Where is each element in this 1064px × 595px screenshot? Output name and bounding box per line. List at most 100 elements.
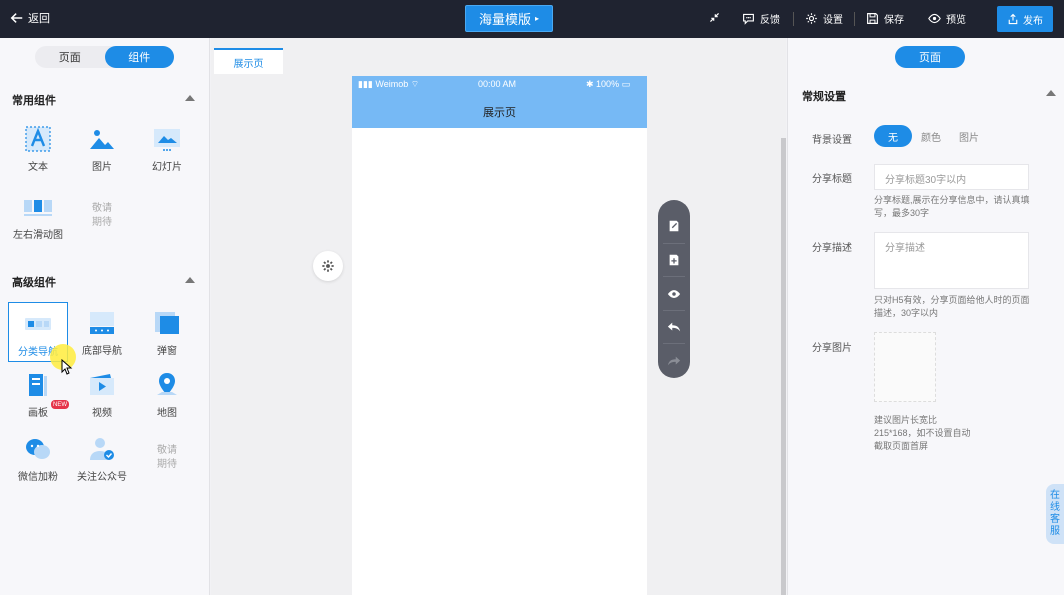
component-wechat-follow[interactable]: 微信加粉	[8, 428, 68, 488]
message-icon	[743, 13, 754, 25]
component-label: 图片	[92, 162, 112, 173]
component-label: 微信加粉	[18, 472, 58, 483]
redo-icon	[667, 356, 681, 366]
feedback-button[interactable]: 反馈	[742, 11, 780, 26]
video-icon	[90, 374, 114, 395]
component-text[interactable]: 文本	[8, 118, 68, 178]
template-button[interactable]: 海量模版 ▸	[465, 5, 553, 32]
back-button[interactable]: 返回	[10, 10, 50, 26]
share-image-label: 分享图片	[812, 343, 852, 354]
online-service-button[interactable]: 在线客服	[1046, 484, 1064, 544]
background-options: 无 颜色 图片	[874, 125, 988, 147]
edit-page-button[interactable]	[663, 210, 685, 244]
share-icon	[1008, 13, 1018, 25]
component-bottom-nav[interactable]: 底部导航	[72, 302, 132, 362]
template-label: 海量模版	[478, 12, 531, 27]
undo-icon	[667, 322, 681, 332]
share-image-help-line: 截取页面首屏	[874, 441, 929, 451]
settings-button[interactable]: 设置	[805, 11, 843, 26]
arrow-left-icon	[10, 13, 23, 23]
publish-label: 发布	[1023, 15, 1043, 27]
component-label: 左右滑动图	[13, 230, 63, 241]
swipe-gallery-icon	[24, 200, 52, 216]
category-nav-icon	[25, 318, 51, 330]
online-service-label: 在线客服	[1050, 490, 1060, 537]
component-slide-swipe[interactable]: 左右滑动图	[8, 186, 68, 246]
component-image[interactable]: 图片	[72, 118, 132, 178]
share-desc-textarea[interactable]: 分享描述	[874, 232, 1029, 289]
add-page-button[interactable]	[663, 244, 685, 278]
component-map[interactable]: 地图	[137, 364, 197, 424]
eye-icon	[928, 13, 941, 24]
battery-level: 100%	[596, 79, 620, 89]
collapse-common-icon[interactable]	[185, 95, 195, 101]
panel-tab-switch: 页面 组件	[35, 46, 174, 68]
bg-option-image[interactable]: 图片	[950, 125, 988, 147]
divider	[854, 12, 855, 26]
bg-option-color[interactable]: 颜色	[912, 125, 950, 147]
publish-button[interactable]: 发布	[997, 6, 1053, 32]
component-video[interactable]: 视频	[72, 364, 132, 424]
back-label: 返回	[28, 13, 50, 25]
page-settings-tab[interactable]: 页面	[895, 46, 965, 68]
collapse-toggle[interactable]	[708, 11, 721, 24]
toggle-visibility-button[interactable]	[663, 277, 685, 311]
canvas-scrollbar[interactable]	[781, 138, 786, 595]
page-tab-show[interactable]: 展示页	[214, 48, 283, 74]
page-settings-button[interactable]	[313, 251, 343, 281]
component-slideshow[interactable]: 幻灯片	[137, 118, 197, 178]
tab-page[interactable]: 页面	[35, 46, 105, 68]
preview-button[interactable]: 预览	[928, 11, 966, 26]
editor-canvas: 展示页 ▮▮▮ Weimob ⌔ 00:00 AM ✱ 100% ▭ 展示页	[211, 38, 786, 595]
collapse-advanced-icon[interactable]	[185, 277, 195, 283]
component-follow-account[interactable]: 关注公众号	[72, 428, 132, 488]
map-pin-icon	[157, 373, 177, 395]
component-label: 文本	[28, 162, 48, 173]
save-button[interactable]: 保存	[866, 11, 904, 26]
clock: 00:00 AM	[478, 79, 517, 89]
undo-button[interactable]	[663, 311, 685, 345]
eye-icon	[667, 289, 681, 298]
component-label: 弹窗	[157, 346, 177, 357]
gear-icon	[806, 13, 817, 24]
tab-components[interactable]: 组件	[104, 46, 174, 68]
component-label: 幻灯片	[152, 162, 182, 173]
coming-soon: 敬请期待	[72, 186, 132, 246]
phone-preview[interactable]: ▮▮▮ Weimob ⌔ 00:00 AM ✱ 100% ▭ 展示页	[352, 76, 647, 595]
bottom-nav-icon	[90, 312, 114, 334]
general-settings-title: 常规设置	[802, 91, 846, 103]
collapse-section-icon[interactable]	[1046, 90, 1056, 96]
drawing-board-icon	[29, 374, 47, 396]
component-label: 视频	[92, 408, 112, 419]
background-label: 背景设置	[812, 135, 852, 146]
canvas-toolbar	[658, 200, 690, 378]
component-label: 地图	[157, 408, 177, 419]
battery-status: ✱ 100% ▭	[586, 79, 631, 89]
phone-header: ▮▮▮ Weimob ⌔ 00:00 AM ✱ 100% ▭ 展示页	[352, 76, 647, 128]
share-title-label: 分享标题	[812, 174, 852, 185]
component-label: 底部导航	[82, 346, 122, 357]
edit-doc-icon	[669, 221, 679, 232]
divider	[793, 12, 794, 26]
carrier-status: ▮▮▮ Weimob ⌔	[358, 79, 420, 89]
component-label: 画板	[28, 408, 48, 419]
component-label: 关注公众号	[77, 472, 127, 483]
share-desc-help: 只对H5有效，分享页面给他人时的页面描述，30字以内	[874, 295, 1030, 318]
share-image-upload[interactable]	[874, 332, 936, 402]
top-bar: 返回 海量模版 ▸ 反馈 设置 保存 预览 发布	[0, 0, 1064, 38]
bg-option-none[interactable]: 无	[874, 125, 912, 147]
component-drawing-board[interactable]: 画板	[8, 364, 68, 424]
share-desc-label: 分享描述	[812, 243, 852, 254]
user-check-icon	[90, 438, 114, 460]
carrier: Weimob	[375, 79, 409, 89]
property-panel: 页面 常规设置 背景设置 无 颜色 图片 分享标题 分享标题30字以内 分享标题…	[787, 38, 1064, 595]
settings-label: 设置	[823, 15, 843, 26]
feedback-label: 反馈	[760, 15, 780, 26]
share-title-input[interactable]: 分享标题30字以内	[874, 164, 1029, 190]
share-image-help-line: 215*168，如不设置自动	[874, 428, 971, 438]
redo-button[interactable]	[663, 344, 685, 378]
image-component-icon	[90, 130, 114, 149]
coming-soon-label: 敬请期待	[157, 445, 177, 470]
component-popup[interactable]: 弹窗	[137, 302, 197, 362]
save-label: 保存	[884, 15, 904, 26]
